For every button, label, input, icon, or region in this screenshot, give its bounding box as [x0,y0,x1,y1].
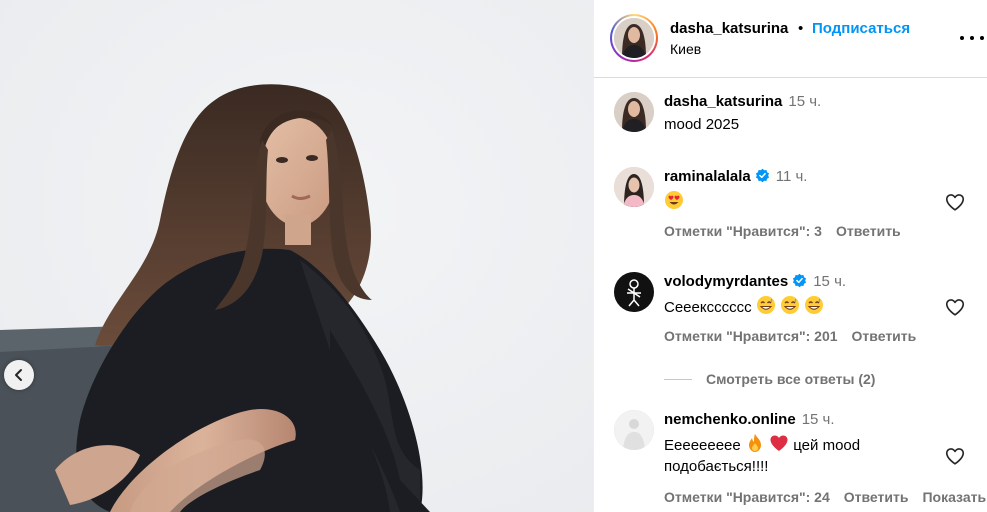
comment-likes[interactable]: Отметки "Нравится": 24 [664,489,830,505]
comment-text: Сееексссссс [664,295,954,318]
reply-button[interactable]: Ответить [852,328,917,344]
commenter-avatar[interactable] [614,167,654,207]
grin-sweat-emoji-icon [805,296,824,314]
verified-badge-icon [793,273,807,288]
heart-outline-icon[interactable] [944,445,966,467]
commenter-username[interactable]: nemchenko.online [664,411,796,428]
verified-badge-icon [755,168,769,183]
post-sidebar: dasha_katsurina • Подписаться Киев dasha… [593,0,987,512]
reply-button[interactable]: Ответить [836,223,901,239]
comment-time[interactable]: 11 ч. [776,168,808,185]
reply-button[interactable]: Ответить [844,489,909,505]
previous-image-button[interactable] [4,360,34,390]
commenter-username[interactable]: raminalalala [664,168,751,185]
grin-sweat-emoji-icon [780,296,799,314]
chevron-left-icon [15,369,22,381]
author-story-ring[interactable] [610,14,658,62]
post-photo[interactable] [0,0,593,512]
comment-text [664,190,954,213]
translate-button[interactable]: Показать перевод [922,489,987,505]
post-image [0,0,593,512]
heart-outline-icon[interactable] [944,296,966,318]
view-replies-button[interactable]: Смотреть все ответы (2) [664,371,875,387]
heart-eyes-emoji-icon [665,191,683,209]
separator-dot: • [798,20,804,37]
comment-likes[interactable]: Отметки "Нравится": 3 [664,223,822,239]
heart-outline-icon[interactable] [944,191,966,213]
caption-username[interactable]: dasha_katsurina [664,93,782,110]
commenter-username[interactable]: volodymyrdantes [664,273,788,290]
post-location[interactable]: Киев [670,41,701,57]
author-avatar[interactable] [614,92,654,132]
commenter-avatar[interactable] [614,410,654,450]
replies-divider [664,379,692,380]
fire-emoji-icon [748,434,761,452]
comment-likes[interactable]: Отметки "Нравится": 201 [664,328,838,344]
post-header: dasha_katsurina • Подписаться Киев [594,0,987,78]
comment-time[interactable]: 15 ч. [813,273,846,290]
commenter-avatar[interactable] [614,272,654,312]
comment-time[interactable]: 15 ч. [802,411,835,428]
grin-sweat-emoji-icon [756,296,775,314]
follow-button[interactable]: Подписаться [812,20,910,37]
comment-text-content: Ееееееееe [664,437,741,454]
more-options-icon[interactable] [960,26,984,50]
comment-text-content: Сееексссссс [664,299,752,316]
comment-text: Ееееееееe цей mood подобається!!!! [664,433,954,477]
caption-time[interactable]: 15 ч. [788,93,821,110]
caption-text: mood 2025 [664,116,740,133]
author-avatar [614,18,654,58]
red-heart-emoji-icon [770,435,788,451]
comments-list: dasha_katsurina 15 ч. mood 2025 raminalal… [594,79,987,512]
author-username[interactable]: dasha_katsurina [670,20,788,37]
view-replies-label: Смотреть все ответы (2) [706,371,876,387]
